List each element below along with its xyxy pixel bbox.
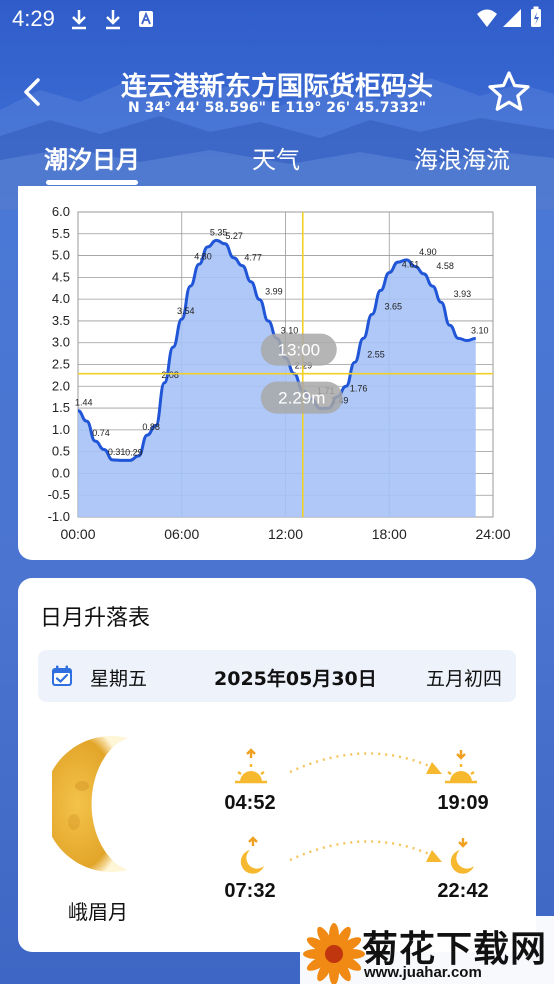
data-label: 4.61: [402, 260, 420, 270]
crosshair-value-label: 2.29m: [278, 389, 325, 408]
page-title: 连云港新东方国际货柜码头: [120, 72, 433, 102]
x-tick-label: 18:00: [372, 526, 407, 542]
moonset-time: 22:42: [437, 880, 489, 902]
gregorian-date: 2025年05月30日: [214, 668, 377, 690]
tab-bar: 潮汐日月 天气 海浪海流: [0, 136, 554, 186]
y-tick-label: 0.0: [52, 465, 70, 480]
y-tick-label: 5.0: [52, 248, 70, 263]
app-notification-icon: [139, 11, 153, 27]
y-tick-label: 3.0: [52, 335, 70, 350]
y-tick-label: -1.0: [48, 509, 70, 524]
sunrise-icon: [235, 748, 267, 784]
data-label: 4.90: [419, 247, 437, 257]
tab-waves-currents[interactable]: 海浪海流: [414, 140, 510, 175]
y-tick-label: 2.5: [52, 357, 70, 372]
x-tick-label: 00:00: [60, 526, 95, 542]
data-label: 3.99: [265, 287, 283, 297]
chrysanthemum-logo-icon: [303, 923, 365, 984]
y-tick-label: 6.0: [52, 204, 70, 219]
wifi-icon: [477, 9, 497, 27]
moon-phase-label: 峨眉月: [68, 900, 128, 924]
data-label: 5.27: [225, 231, 243, 241]
x-tick-label: 24:00: [475, 526, 510, 542]
sunrise-time: 04:52: [224, 792, 276, 814]
back-arrow-icon[interactable]: [20, 76, 46, 108]
location-coordinates: N 34° 44' 58.596" E 119° 26' 45.7332": [127, 100, 427, 116]
calendar-icon[interactable]: [50, 664, 74, 688]
tab-tide-sun-moon[interactable]: 潮汐日月: [44, 140, 140, 175]
y-tick-label: 1.5: [52, 400, 70, 415]
x-tick-label: 12:00: [268, 526, 303, 542]
tab-weather[interactable]: 天气: [252, 140, 300, 175]
status-bar: 4:29: [0, 0, 554, 38]
lunar-date: 五月初四: [425, 668, 502, 690]
sunset-time: 19:09: [437, 792, 489, 814]
y-tick-label: 4.5: [52, 269, 70, 284]
weekday-label: 星期五: [90, 668, 148, 690]
watermark-url: www.juahar.com: [364, 964, 482, 981]
moon-path-arc: [289, 840, 442, 862]
status-time: 4:29: [12, 6, 55, 31]
date-bar[interactable]: 星期五 2025年05月30日 五月初四: [38, 650, 516, 702]
y-tick-label: 1.0: [52, 422, 70, 437]
data-label: 0.31: [108, 447, 126, 457]
watermark-logo: 菊花下载网 www.juahar.com: [300, 916, 554, 984]
y-tick-label: 5.5: [52, 226, 70, 241]
data-label: 4.80: [194, 251, 212, 261]
active-tab-indicator: [46, 180, 138, 185]
sun-path-arc: [289, 752, 442, 774]
data-label: 4.77: [244, 253, 262, 263]
sunset-icon: [445, 750, 477, 784]
data-label: 0.29: [125, 447, 143, 457]
moonset-icon: [450, 838, 474, 874]
tide-chart[interactable]: 6.0 5.5 5.0 4.5 4.0 3.5 3.0 2.5 2.0 1.5 1.0 0.5 0.0 -…: [18, 186, 536, 560]
data-label: 3.54: [177, 306, 195, 316]
data-label: 4.58: [436, 261, 454, 271]
battery-icon: [531, 6, 541, 27]
favorite-star-icon[interactable]: [487, 70, 531, 114]
data-label: 3.65: [384, 301, 402, 311]
tide-chart-card[interactable]: 6.0 5.5 5.0 4.5 4.0 3.5 3.0 2.5 2.0 1.5 1.0 0.5 0.0 -…: [18, 186, 536, 560]
data-label: 0.74: [92, 428, 110, 438]
crosshair-time-label: 13:00: [278, 341, 321, 360]
download-icon: [72, 10, 86, 30]
data-label: 2.55: [367, 349, 385, 359]
crescent-moon-icon: [52, 736, 128, 872]
y-tick-label: 0.5: [52, 444, 70, 459]
tide-area: [78, 240, 476, 518]
sun-moon-card: 日月升落表 星期五 2025年05月30日 五月初四 峨眉月 04:52 19:…: [18, 578, 536, 952]
y-tick-label: 3.5: [52, 313, 70, 328]
data-label: 1.76: [350, 384, 368, 394]
y-tick-label: -0.5: [48, 487, 70, 502]
sun-moon-title: 日月升落表: [40, 606, 151, 631]
data-label: 2.08: [161, 370, 179, 380]
y-tick-label: 4.0: [52, 291, 70, 306]
moonrise-icon: [240, 836, 264, 874]
moonrise-time: 07:32: [224, 880, 276, 902]
y-tick-label: 2.0: [52, 378, 70, 393]
data-label: 3.93: [454, 289, 472, 299]
signal-icon: [503, 9, 521, 27]
data-label: 3.10: [471, 325, 489, 335]
download-icon-2: [106, 10, 120, 30]
data-label: 0.88: [142, 422, 160, 432]
x-tick-label: 06:00: [164, 526, 199, 542]
data-label: 1.44: [75, 398, 93, 408]
